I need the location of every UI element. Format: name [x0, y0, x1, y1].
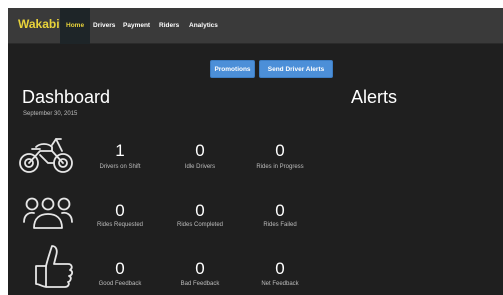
promotions-button[interactable]: Promotions [210, 60, 255, 78]
net-feedback-label: Net Feedback [261, 281, 299, 287]
rides-failed-value: 0 [275, 201, 285, 220]
dashboard-date: September 30, 2015 [23, 111, 78, 117]
dashboard-title: Dashboard [22, 87, 111, 107]
rides-completed-label: Rides Completed [176, 222, 224, 228]
good-feedback-value: 0 [115, 259, 125, 278]
drivers-on-shift-label: Drivers on Shift [99, 164, 141, 170]
bad-feedback-label: Bad Feedback [180, 281, 220, 287]
rides-requested-value: 0 [115, 201, 125, 220]
drivers-on-shift-value: 1 [115, 141, 125, 160]
navbar: Wakabi Home Drivers Payment Riders Analy… [8, 8, 503, 44]
nav-item-analytics[interactable]: Analytics [183, 8, 224, 44]
send-driver-alerts-button[interactable]: Send Driver Alerts [259, 60, 333, 78]
rides-in-progress-label: Rides in Progress [256, 164, 304, 170]
people-icon [22, 196, 74, 232]
thumbs-up-icon [30, 244, 74, 295]
net-feedback-value: 0 [275, 259, 285, 278]
rides-failed-label: Rides Failed [263, 222, 297, 228]
alerts-title: Alerts [351, 87, 398, 107]
nav-item-riders[interactable]: Riders [153, 8, 185, 44]
idle-drivers-value: 0 [195, 141, 205, 160]
rides-in-progress-value: 0 [275, 141, 285, 160]
idle-drivers-label: Idle Drivers [184, 164, 216, 170]
rides-completed-value: 0 [195, 201, 205, 220]
nav-item-home[interactable]: Home [60, 8, 91, 44]
bad-feedback-value: 0 [195, 259, 205, 278]
nav-item-payment[interactable]: Payment [117, 8, 156, 44]
brand-logo[interactable]: Wakabi [18, 17, 60, 31]
rides-requested-label: Rides Requested [96, 222, 144, 228]
motorcycle-icon [18, 135, 74, 175]
app-screen: Wakabi Home Drivers Payment Riders Analy… [8, 8, 503, 295]
good-feedback-label: Good Feedback [98, 281, 142, 287]
